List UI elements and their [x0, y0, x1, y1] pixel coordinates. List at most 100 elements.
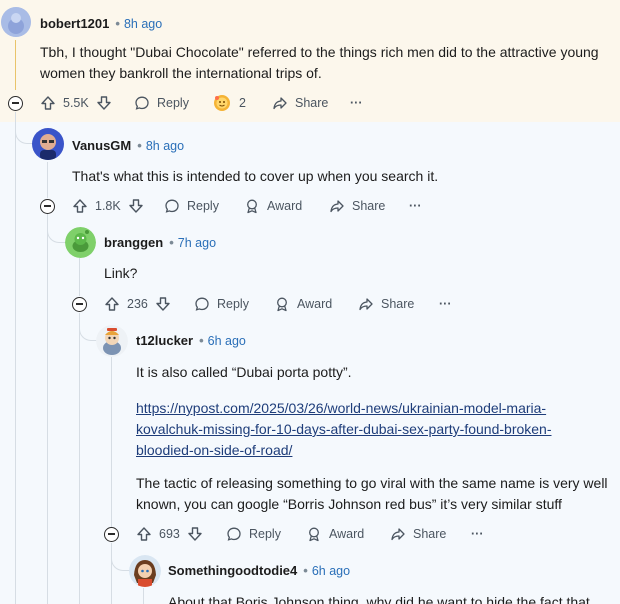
upvote-icon[interactable] [136, 526, 152, 542]
thread-line[interactable] [79, 313, 80, 604]
reply-label: Reply [249, 527, 281, 541]
award-icon [309, 527, 319, 542]
avatar[interactable] [32, 128, 64, 160]
comment-body: About that Boris Johnson thing, why did … [168, 594, 590, 604]
collapse-thread-button[interactable] [72, 297, 87, 312]
avatar[interactable] [65, 227, 96, 258]
username[interactable]: t12lucker [136, 333, 193, 348]
more-options-icon: ··· [439, 297, 452, 311]
share-label: Share [352, 199, 386, 213]
reply-button[interactable]: Reply [134, 94, 189, 112]
thread-line [143, 588, 144, 604]
comment-author[interactable]: branggen • 7h ago [104, 235, 216, 250]
body-line: The tactic of releasing something to go … [136, 475, 608, 491]
comment-bubble-icon [227, 527, 241, 541]
thread-connector [79, 313, 97, 341]
downvote-icon[interactable] [187, 526, 203, 542]
reply-label: Reply [217, 297, 249, 311]
award-icon [247, 199, 257, 214]
comment-author[interactable]: t12lucker • 6h ago [136, 333, 246, 348]
username[interactable]: VanusGM [72, 138, 131, 153]
share-button[interactable]: Share [329, 197, 385, 215]
award-button[interactable]: 2 [212, 92, 246, 114]
award-label: Award [329, 527, 365, 541]
more-options-icon: ··· [350, 96, 363, 110]
timestamp: 7h ago [177, 236, 217, 250]
link-line[interactable]: kovalchuk-missing-for-10-days-after-duba… [136, 419, 616, 440]
body-line: known, you can google “Borris Johnson re… [136, 496, 562, 512]
collapse-thread-button[interactable] [104, 527, 119, 542]
username[interactable]: Somethingoodtodie4 [168, 563, 297, 578]
thread-line[interactable] [111, 357, 112, 527]
comment-bubble-icon [135, 96, 149, 110]
username[interactable]: bobert1201 [40, 16, 109, 31]
avatar[interactable] [1, 7, 31, 37]
comment-bubble-icon [195, 297, 209, 311]
username[interactable]: branggen [104, 235, 163, 250]
comment-body: That's what this is intended to cover up… [72, 168, 439, 184]
share-icon [359, 298, 373, 311]
downvote-icon[interactable] [128, 198, 144, 214]
thread-line[interactable] [47, 162, 48, 198]
share-label: Share [295, 96, 329, 110]
award-button[interactable]: Award [244, 197, 302, 215]
vote-count: 236 [127, 297, 148, 311]
avatar[interactable] [129, 555, 161, 587]
upvote-group[interactable]: 5.5K [40, 94, 112, 112]
more-options-button[interactable]: ··· [350, 94, 363, 112]
comment-body: The tactic of releasing something to go … [136, 473, 616, 515]
upvote-group[interactable]: 1.8K [72, 197, 144, 215]
reply-button[interactable]: Reply [194, 295, 249, 313]
article-link[interactable]: https://nypost.com/2025/03/26/world-news… [136, 398, 616, 461]
award-button[interactable]: Award [306, 525, 364, 543]
comment-author[interactable]: VanusGM • 8h ago [72, 138, 184, 153]
comment-author[interactable]: Somethingoodtodie4 • 6h ago [168, 563, 350, 578]
thread-line[interactable] [47, 214, 48, 604]
share-icon [391, 528, 405, 541]
reply-label: Reply [157, 96, 189, 110]
thread-line [15, 40, 16, 90]
share-button[interactable]: Share [272, 94, 328, 112]
award-label: Award [297, 297, 333, 311]
share-button[interactable]: Share [358, 295, 414, 313]
collapse-thread-button[interactable] [40, 199, 55, 214]
thread-connector [15, 112, 33, 144]
comment-body: Tbh, I thought "Dubai Chocolate" referre… [40, 44, 599, 81]
upvote-group[interactable]: 693 [136, 525, 203, 543]
comment-author[interactable]: bobert1201 • 8h ago [40, 16, 162, 31]
collapse-thread-button[interactable] [8, 96, 23, 111]
reply-label: Reply [187, 199, 219, 213]
comment-bubble-icon [165, 199, 179, 213]
upvote-group[interactable]: 236 [104, 295, 171, 313]
more-options-button[interactable]: ··· [471, 525, 484, 543]
link-line[interactable]: bloodied-on-side-of-road/ [136, 440, 616, 461]
award-label: Award [267, 199, 303, 213]
more-options-button[interactable]: ··· [439, 295, 452, 313]
thread-connector [47, 214, 66, 243]
downvote-icon[interactable] [96, 95, 112, 111]
timestamp: 8h ago [123, 17, 163, 31]
upvote-icon[interactable] [40, 95, 56, 111]
timestamp: 6h ago [311, 564, 351, 578]
link-line[interactable]: https://nypost.com/2025/03/26/world-news… [136, 398, 616, 419]
award-gold-icon [214, 95, 230, 111]
reply-button[interactable]: Reply [226, 525, 281, 543]
timestamp: 6h ago [207, 334, 246, 348]
more-options-icon: ··· [471, 527, 484, 541]
upvote-icon[interactable] [104, 296, 120, 312]
award-count: 2 [239, 96, 246, 110]
share-button[interactable]: Share [390, 525, 446, 543]
thread-line[interactable] [79, 258, 80, 296]
avatar[interactable] [96, 325, 128, 357]
thread-line[interactable] [15, 112, 16, 604]
vote-count: 1.8K [95, 199, 121, 213]
award-icon [277, 297, 287, 312]
vote-count: 5.5K [63, 96, 89, 110]
reply-button[interactable]: Reply [164, 197, 219, 215]
timestamp: 8h ago [145, 139, 185, 153]
share-label: Share [413, 527, 447, 541]
downvote-icon[interactable] [155, 296, 171, 312]
more-options-button[interactable]: ··· [409, 197, 422, 215]
upvote-icon[interactable] [72, 198, 88, 214]
award-button[interactable]: Award [274, 295, 332, 313]
